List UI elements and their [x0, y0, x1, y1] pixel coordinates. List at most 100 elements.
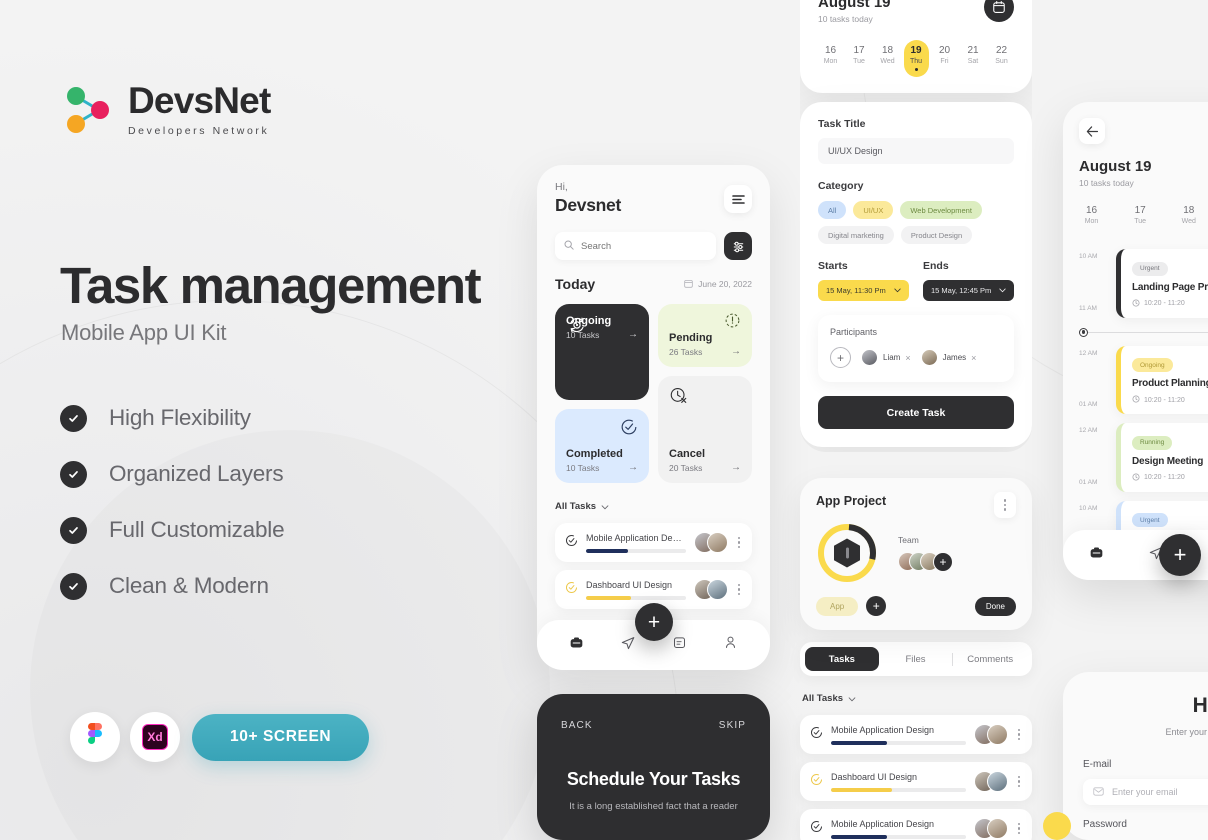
nav-item-send[interactable] — [620, 635, 636, 656]
skip-button[interactable]: SKIP — [719, 720, 746, 731]
starts-select[interactable]: 15 May, 11:30 Pm — [818, 280, 909, 301]
timeline-event[interactable]: Ongoing Product Planning 10:20 - 11:20 — [1116, 345, 1208, 414]
onboarding-body: It is a long established fact that a rea… — [569, 801, 738, 812]
status-badge: Ongoing — [1132, 358, 1173, 372]
stat-card-cancel[interactable]: Cancel 20 Tasks → — [658, 376, 752, 483]
day-cell[interactable]: 20 Fri — [932, 40, 957, 77]
nav-item-briefcase[interactable] — [569, 635, 584, 655]
nav-item-profile[interactable] — [723, 635, 738, 655]
login-subtitle: Enter your details be — [1165, 727, 1208, 737]
day-name: Wed — [880, 58, 895, 65]
check-circle-icon — [620, 418, 638, 441]
kebab-menu-icon[interactable] — [736, 583, 743, 596]
day-cell[interactable]: 16 Mon — [818, 40, 843, 77]
tab-files[interactable]: Files — [879, 647, 953, 671]
tab-comments[interactable]: Comments — [953, 647, 1027, 671]
project-title: App Project — [816, 494, 887, 508]
day-number: 18 — [881, 45, 894, 56]
create-task-button[interactable]: Create Task — [818, 396, 1014, 429]
page-title: Task management — [60, 257, 482, 314]
status-badge: Urgent — [1132, 513, 1168, 527]
search-row — [555, 232, 752, 260]
task-title-label: Task Title — [818, 118, 866, 130]
kebab-menu-icon[interactable] — [1016, 775, 1023, 788]
timeline-time-bottom: 01 AM — [1079, 478, 1098, 486]
add-event-fab[interactable]: + — [1159, 534, 1201, 576]
timeline-row[interactable]: 12 AM 01 AM Running Design Meeting 10:20… — [1079, 423, 1208, 492]
timeline-row[interactable]: 10 AM 11 AM Urgent Landing Page Project … — [1079, 249, 1208, 318]
close-icon[interactable]: × — [971, 353, 976, 363]
day-cell[interactable]: 21 Sat — [961, 40, 986, 77]
ends-label: Ends — [923, 260, 949, 272]
kebab-menu-icon[interactable] — [736, 536, 743, 549]
kebab-menu-icon[interactable] — [1016, 822, 1023, 835]
sliders-icon[interactable] — [724, 232, 752, 260]
timeline-event[interactable]: Urgent Landing Page Project 10:20 - 11:2… — [1116, 249, 1208, 318]
task-row[interactable]: Mobile Application Design — [800, 809, 1032, 840]
tab-tasks[interactable]: Tasks — [805, 647, 879, 671]
progress-fill — [831, 787, 892, 792]
kebab-menu-icon[interactable] — [1016, 728, 1023, 741]
event-hours-label: 10:20 - 11:20 — [1144, 396, 1185, 404]
day-number: 19 — [910, 45, 922, 56]
all-tasks-filter[interactable]: All Tasks — [555, 497, 752, 515]
day-cell-selected[interactable]: 19 Thu — [903, 40, 929, 77]
nav-item-briefcase[interactable] — [1089, 545, 1104, 565]
pending-clock-icon — [724, 312, 741, 334]
create-task-form: Task Title UI/UX Design Category All UI/… — [800, 102, 1032, 447]
back-button[interactable]: BACK — [561, 720, 593, 731]
stat-card-completed[interactable]: Completed 10 Tasks → — [555, 409, 649, 483]
timeline-row[interactable]: 12 AM 01 AM Ongoing Product Planning 10:… — [1079, 345, 1208, 414]
category-chip-uiux[interactable]: UI/UX — [853, 201, 894, 219]
participant-chip[interactable]: Liam × — [861, 349, 911, 366]
category-chip-digital-marketing[interactable]: Digital marketing — [818, 226, 894, 244]
project-all-tasks-filter[interactable]: All Tasks — [800, 689, 1032, 707]
email-field[interactable]: Enter your email — [1083, 779, 1208, 805]
add-task-fab[interactable]: + — [635, 603, 673, 641]
project-tag[interactable]: App — [816, 596, 859, 616]
stat-card-pending[interactable]: Pending 26 Tasks → — [658, 304, 752, 367]
add-participant-icon[interactable]: + — [830, 347, 851, 368]
participant-chip[interactable]: James × — [920, 349, 976, 366]
day-cell[interactable]: 22 Sun — [989, 40, 1014, 77]
category-chip-all[interactable]: All — [818, 201, 847, 219]
clock-icon — [1132, 395, 1140, 405]
nav-item-note[interactable] — [672, 635, 687, 655]
check-circle-icon — [810, 726, 823, 744]
task-row[interactable]: Mobile Application Design — [800, 715, 1032, 754]
search-field[interactable] — [581, 240, 707, 252]
day-number: 17 — [853, 45, 865, 56]
month-title: August 19 — [1079, 158, 1152, 175]
day-cell[interactable]: 16 Mon — [1079, 200, 1104, 237]
day-name: Wed — [1181, 218, 1196, 225]
stat-card-ongoing[interactable]: Ongoing 10 Tasks → — [555, 304, 649, 400]
timeline-knob[interactable] — [1079, 327, 1088, 337]
day-cell[interactable]: 17 Tue — [847, 40, 872, 77]
category-chip-product-design[interactable]: Product Design — [900, 226, 973, 244]
arrow-left-icon[interactable] — [1079, 118, 1105, 144]
add-tag-button[interactable]: + — [866, 596, 887, 616]
participants-card: Participants + Liam × James × — [818, 315, 1014, 382]
day-cell[interactable]: 17 Tue — [1128, 200, 1153, 237]
task-row[interactable]: Mobile Application Design — [555, 523, 752, 562]
kebab-menu-icon[interactable] — [994, 492, 1016, 518]
day-cell[interactable]: 18 Wed — [1176, 200, 1201, 237]
email-placeholder: Enter your email — [1112, 787, 1178, 797]
starts-value: 15 May, 11:30 Pm — [826, 286, 886, 295]
search-input[interactable] — [555, 232, 716, 260]
category-chip-web-development[interactable]: Web Development — [900, 201, 982, 219]
day-cell[interactable]: 18 Wed — [875, 40, 900, 77]
task-title-input[interactable]: UI/UX Design — [818, 138, 1014, 164]
day-number: 22 — [995, 45, 1008, 56]
add-team-member-button[interactable]: + — [933, 551, 953, 572]
menu-icon[interactable] — [724, 185, 752, 213]
close-icon[interactable]: × — [905, 353, 910, 363]
done-button[interactable]: Done — [974, 596, 1016, 616]
task-row[interactable]: Dashboard UI Design — [800, 762, 1032, 801]
day-number: 17 — [1134, 205, 1146, 216]
ends-select[interactable]: 15 May, 12:45 Pm — [923, 280, 1014, 301]
task-title: Dashboard UI Design — [586, 579, 673, 590]
onboarding-title: Schedule Your Tasks — [566, 769, 741, 789]
timeline-event[interactable]: Running Design Meeting 10:20 - 11:20 — [1116, 423, 1208, 492]
stat-count: 10 Tasks — [566, 463, 600, 473]
